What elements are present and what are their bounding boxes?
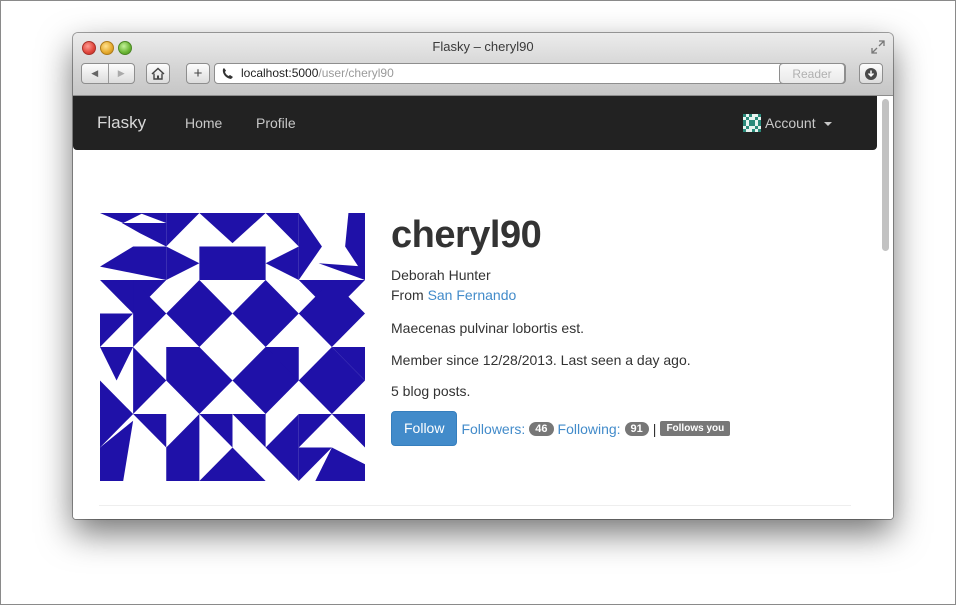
follow-button[interactable]: Follow xyxy=(391,411,458,446)
profile-username: cheryl90 xyxy=(391,214,542,256)
profile-about: Maecenas pulvinar lobortis est. xyxy=(391,320,584,336)
account-dropdown[interactable]: Account xyxy=(743,96,832,150)
following-count-badge: 91 xyxy=(624,421,649,436)
home-icon xyxy=(151,67,165,80)
navbar-brand[interactable]: Flasky xyxy=(97,96,146,150)
back-forward-group: ◀ ▶ xyxy=(81,63,135,84)
browser-window: Flasky – cheryl90 ◀ ▶ + localhost:5000/u… xyxy=(73,33,893,519)
window-title: Flasky – cheryl90 xyxy=(432,39,534,54)
back-icon: ◀ xyxy=(91,68,99,78)
vertical-scrollbar[interactable] xyxy=(877,96,893,519)
followers-link[interactable]: Followers: xyxy=(461,421,525,437)
profile-location-line: From San Fernando xyxy=(391,287,516,303)
separator: | xyxy=(652,420,657,437)
profile-real-name: Deborah Hunter xyxy=(391,267,491,283)
phone-favicon-icon xyxy=(222,68,233,79)
caret-down-icon xyxy=(823,122,832,126)
location-link[interactable]: San Fernando xyxy=(428,287,517,303)
profile-actions: Follow Followers: 46 Following: 91 | Fol… xyxy=(391,411,731,446)
page-content: Flasky Home Profile Account cheryl90 Deb… xyxy=(73,96,893,519)
forward-button[interactable]: ▶ xyxy=(109,64,135,83)
nav-link-profile[interactable]: Profile xyxy=(256,96,296,150)
follows-you-label: Follows you xyxy=(660,421,731,436)
profile-member-since: Member since 12/28/2013. Last seen a day… xyxy=(391,352,691,368)
reader-button[interactable]: Reader xyxy=(779,63,845,84)
home-button[interactable] xyxy=(146,63,170,84)
site-navbar: Flasky Home Profile Account xyxy=(73,96,877,150)
profile-identicon xyxy=(100,213,365,481)
followers-count-badge: 46 xyxy=(529,421,554,436)
fullscreen-icon[interactable] xyxy=(871,40,885,54)
following-link[interactable]: Following: xyxy=(558,421,621,437)
url-text: localhost:5000/user/cheryl90 xyxy=(241,64,394,83)
url-host: localhost:5000 xyxy=(241,66,319,80)
address-bar[interactable]: localhost:5000/user/cheryl90 ↻ xyxy=(214,63,846,84)
download-icon xyxy=(865,67,877,80)
profile-post-count: 5 blog posts. xyxy=(391,383,471,399)
nav-link-home[interactable]: Home xyxy=(185,96,222,150)
back-button[interactable]: ◀ xyxy=(82,64,108,83)
forward-icon: ▶ xyxy=(117,68,125,78)
content-divider xyxy=(99,505,851,506)
downloads-button[interactable] xyxy=(859,63,883,84)
scrollbar-thumb[interactable] xyxy=(882,99,889,251)
url-path: /user/cheryl90 xyxy=(318,66,394,80)
account-label: Account xyxy=(765,115,816,131)
add-bookmark-button[interactable]: + xyxy=(186,63,210,84)
title-bar: Flasky – cheryl90 ◀ ▶ + localhost:5000/u… xyxy=(73,33,893,96)
location-prefix: From xyxy=(391,287,428,303)
plus-icon: + xyxy=(193,65,203,82)
account-avatar xyxy=(743,114,761,132)
